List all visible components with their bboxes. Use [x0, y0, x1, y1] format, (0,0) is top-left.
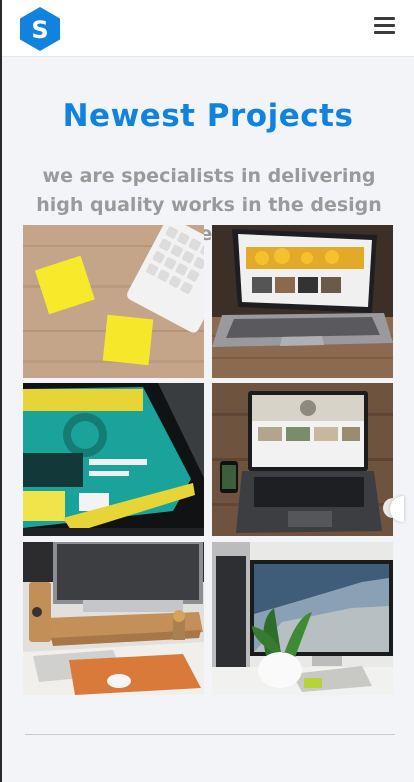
- smartphone-app-closeup-photo[interactable]: [23, 383, 204, 536]
- hexagon-logo-icon[interactable]: S: [19, 6, 61, 52]
- laptop-and-phone-desk-photo[interactable]: [212, 383, 393, 536]
- section-title: Newest Projects: [62, 98, 354, 134]
- monitor-with-plant-photo[interactable]: [212, 542, 393, 695]
- sticky-notes-keyboard-photo[interactable]: [23, 225, 204, 378]
- section-divider: [25, 734, 395, 735]
- laptop-on-wooden-table-photo[interactable]: [212, 225, 393, 378]
- project-gallery: [23, 225, 395, 696]
- navbar: S: [2, 0, 414, 57]
- logo-letter: S: [31, 16, 48, 44]
- menu-bar: [374, 31, 395, 34]
- menu-bar: [374, 24, 395, 27]
- menu-bar: [374, 17, 395, 20]
- imac-workspace-photo[interactable]: [23, 542, 204, 695]
- hamburger-menu-icon[interactable]: [374, 17, 398, 39]
